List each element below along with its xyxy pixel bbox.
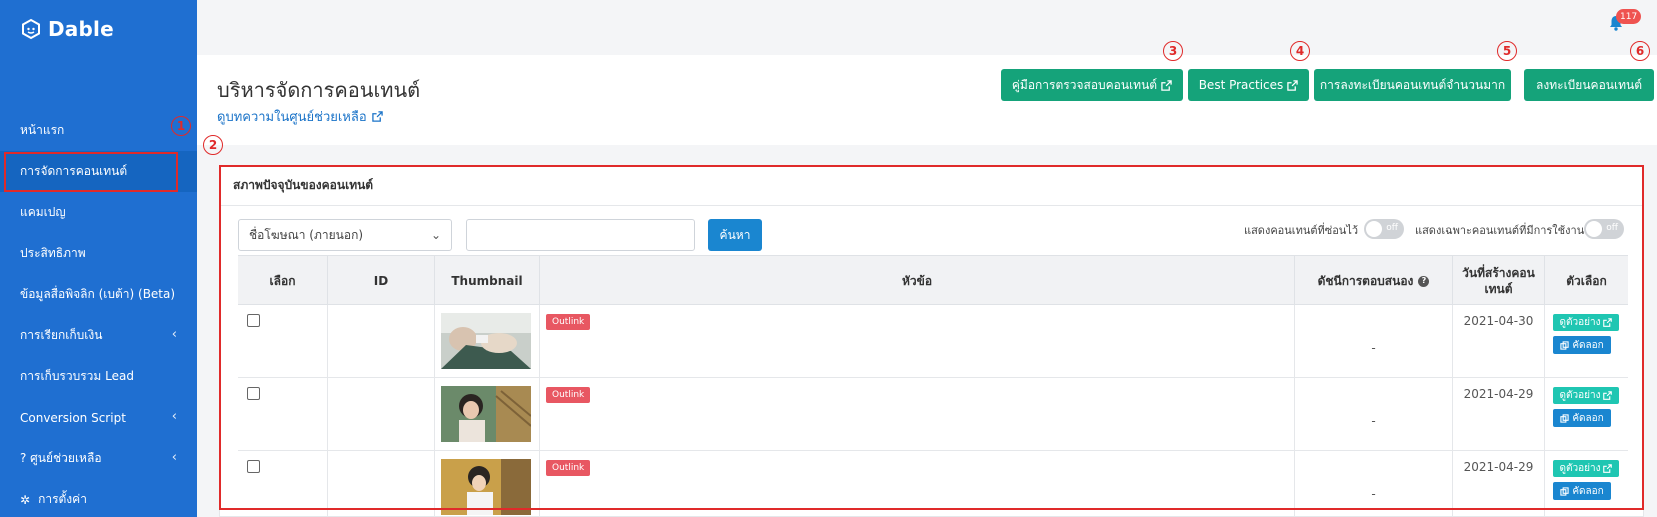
register-content-button[interactable]: ลงทะเบียนคอนเทนต์	[1524, 69, 1654, 101]
help-link-label: ดูบทความในศูนย์ช่วยเหลือ	[217, 110, 367, 125]
sidebar-item-label: ? ศูนย์ช่วยเหลือ	[20, 451, 102, 465]
annotation-number-1: 1	[171, 116, 191, 136]
content-guide-label: คู่มือการตรวจสอบคอนเทนต์	[1011, 77, 1158, 92]
bulk-register-label: การลงทะเบียนคอนเทนต์จำนวนมาก	[1319, 77, 1506, 92]
best-practices-button[interactable]: Best Practices	[1188, 69, 1309, 101]
chevron-left-icon: ‹	[171, 327, 177, 342]
top-bar	[197, 0, 1657, 55]
annotation-box-panel	[219, 165, 1644, 510]
sidebar-item-settings[interactable]: ✲ การตั้งค่า	[0, 479, 197, 517]
sidebar-item-label: ประสิทธิภาพ	[20, 246, 86, 260]
sidebar-item-label: การตั้งค่า	[38, 492, 87, 506]
sidebar-item-campaign[interactable]: แคมเปญ	[0, 192, 197, 233]
sidebar-item-label: การเก็บรวบรวม Lead	[20, 369, 134, 383]
sidebar-item-conversion-script[interactable]: Conversion Script ‹	[0, 397, 197, 438]
external-link-icon	[1161, 79, 1172, 91]
chevron-left-icon: ‹	[171, 409, 177, 424]
annotation-number-2: 2	[203, 135, 223, 155]
annotation-number-6: 6	[1630, 41, 1650, 61]
sidebar-item-media-data[interactable]: ข้อมูลสื่อพิจลิก (เบต้า) (Beta)	[0, 274, 197, 315]
sidebar-item-performance[interactable]: ประสิทธิภาพ	[0, 233, 197, 274]
brand-name: Dable	[48, 17, 114, 41]
sidebar-item-label: หน้าแรก	[20, 123, 65, 137]
sidebar-item-label: การเรียกเก็บเงิน	[20, 328, 103, 342]
sidebar-item-label: แคมเปญ	[20, 205, 66, 219]
annotation-number-5: 5	[1497, 41, 1517, 61]
gear-icon: ✲	[20, 492, 31, 507]
external-link-icon	[1287, 79, 1299, 91]
best-practices-label: Best Practices	[1198, 78, 1284, 92]
bulk-register-button[interactable]: การลงทะเบียนคอนเทนต์จำนวนมาก	[1314, 69, 1511, 101]
sidebar-item-lead[interactable]: การเก็บรวบรวม Lead	[0, 356, 197, 397]
help-center-link[interactable]: ดูบทความในศูนย์ช่วยเหลือ	[217, 106, 383, 127]
sidebar-item-help-center[interactable]: ? ศูนย์ช่วยเหลือ ‹	[0, 438, 197, 479]
sidebar: Dable หน้าแรก การจัดการคอนเทนต์ แคมเปญ ป…	[0, 0, 197, 517]
brand-logo[interactable]: Dable	[20, 17, 114, 41]
notification-badge: 117	[1616, 9, 1642, 24]
sidebar-item-label: Conversion Script	[20, 410, 126, 425]
register-content-label: ลงทะเบียนคอนเทนต์	[1536, 77, 1642, 92]
sidebar-item-label: ข้อมูลสื่อพิจลิก (เบต้า) (Beta)	[20, 287, 176, 301]
content-guide-button[interactable]: คู่มือการตรวจสอบคอนเทนต์	[1001, 69, 1183, 101]
annotation-number-4: 4	[1290, 41, 1310, 61]
sidebar-item-billing[interactable]: การเรียกเก็บเงิน ‹	[0, 315, 197, 356]
dable-cube-icon	[22, 18, 40, 40]
page-title: บริหารจัดการคอนเทนต์	[217, 78, 421, 102]
external-link-icon	[371, 111, 383, 122]
sidebar-item-home[interactable]: หน้าแรก	[0, 110, 197, 151]
annotation-number-3: 3	[1163, 41, 1183, 61]
chevron-left-icon: ‹	[171, 450, 177, 465]
annotation-box-sidebar	[4, 152, 178, 192]
